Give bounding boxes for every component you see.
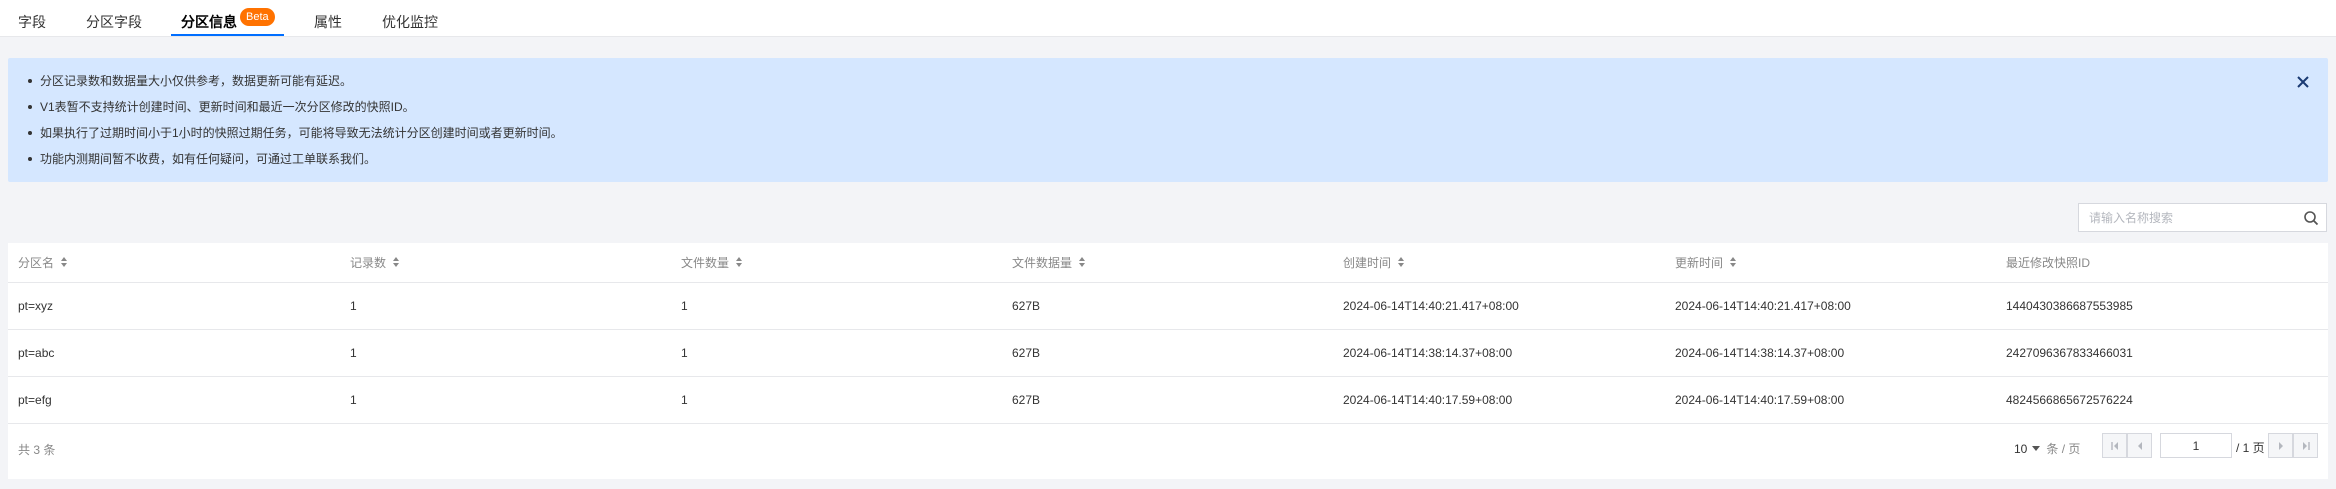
sort-icon[interactable] <box>392 256 400 268</box>
close-icon[interactable] <box>2291 70 2315 94</box>
cell-partition-name: pt=efg <box>18 393 52 407</box>
column-header-record-count[interactable]: 记录数 <box>350 243 400 283</box>
sort-icon[interactable] <box>1729 256 1737 268</box>
tab-partition-info[interactable]: 分区信息 <box>181 0 237 37</box>
cell-snapshot-id: 1440430386687553985 <box>2006 299 2133 313</box>
first-page-button[interactable] <box>2102 433 2127 458</box>
prev-page-button[interactable] <box>2127 433 2152 458</box>
cell-updated-time: 2024-06-14T14:40:21.417+08:00 <box>1675 299 1851 313</box>
cell-partition-name: pt=abc <box>18 346 55 360</box>
cell-snapshot-id: 2427096367833466031 <box>2006 346 2133 360</box>
next-page-button[interactable] <box>2268 433 2293 458</box>
cell-file-count: 1 <box>681 393 688 407</box>
cell-file-count: 1 <box>681 346 688 360</box>
info-notice: 分区记录数和数据量大小仅供参考，数据更新可能有延迟。 V1表暂不支持统计创建时间… <box>8 58 2328 182</box>
page-size-select[interactable]: 10 条 / 页 <box>2014 440 2080 457</box>
tab-properties[interactable]: 属性 <box>314 0 342 37</box>
cell-created-time: 2024-06-14T14:40:17.59+08:00 <box>1343 393 1513 407</box>
cell-file-size: 627B <box>1012 393 1041 407</box>
table-header: 分区名 记录数 文件数量 文件数据量 创建时间 更新时间 最近修改快照ID <box>8 243 2328 283</box>
total-count: 共 3 条 <box>18 443 56 457</box>
notice-item: 分区记录数和数据量大小仅供参考，数据更新可能有延迟。 <box>28 68 563 94</box>
partition-table: 分区名 记录数 文件数量 文件数据量 创建时间 更新时间 最近修改快照ID pt… <box>8 243 2328 479</box>
notice-item: V1表暂不支持统计创建时间、更新时间和最近一次分区修改的快照ID。 <box>28 94 563 120</box>
beta-badge: Beta <box>240 8 275 26</box>
search-input[interactable] <box>2079 204 2289 231</box>
last-page-icon <box>2303 442 2310 450</box>
table-row: pt=efg 1 1 627B 2024-06-14T14:40:17.59+0… <box>8 377 2328 424</box>
last-page-button[interactable] <box>2293 433 2318 458</box>
search-box <box>2078 203 2327 232</box>
table-row: pt=xyz 1 1 627B 2024-06-14T14:40:21.417+… <box>8 283 2328 330</box>
search-icon[interactable] <box>2303 210 2319 226</box>
column-header-snapshot-id: 最近修改快照ID <box>2006 256 2091 270</box>
cell-updated-time: 2024-06-14T14:38:14.37+08:00 <box>1675 346 1845 360</box>
chevron-right-icon <box>2279 442 2283 450</box>
total-pages: / 1 页 <box>2236 441 2265 455</box>
cell-file-size: 627B <box>1012 299 1041 313</box>
notice-item: 如果执行了过期时间小于1小时的快照过期任务，可能将导致无法统计分区创建时间或者更… <box>28 120 563 146</box>
cell-file-count: 1 <box>681 299 688 313</box>
column-header-partition-name[interactable]: 分区名 <box>18 243 68 283</box>
sort-icon[interactable] <box>1397 256 1405 268</box>
notice-list: 分区记录数和数据量大小仅供参考，数据更新可能有延迟。 V1表暂不支持统计创建时间… <box>28 68 563 172</box>
table-row: pt=abc 1 1 627B 2024-06-14T14:38:14.37+0… <box>8 330 2328 377</box>
column-header-file-size[interactable]: 文件数据量 <box>1012 243 1086 283</box>
cell-partition-name: pt=xyz <box>18 299 54 313</box>
column-header-file-count[interactable]: 文件数量 <box>681 243 743 283</box>
chevron-left-icon <box>2138 442 2142 450</box>
sort-icon[interactable] <box>60 256 68 268</box>
tab-partition-fields[interactable]: 分区字段 <box>86 0 142 37</box>
page-size-unit: 条 / 页 <box>2046 442 2081 456</box>
tab-fields[interactable]: 字段 <box>18 0 46 37</box>
cell-updated-time: 2024-06-14T14:40:17.59+08:00 <box>1675 393 1845 407</box>
cell-snapshot-id: 4824566865672576224 <box>2006 393 2133 407</box>
cell-record-count: 1 <box>350 393 357 407</box>
sort-icon[interactable] <box>735 256 743 268</box>
column-header-updated-time[interactable]: 更新时间 <box>1675 243 1737 283</box>
tab-optimization-monitor[interactable]: 优化监控 <box>382 0 438 37</box>
column-header-created-time[interactable]: 创建时间 <box>1343 243 1405 283</box>
notice-item: 功能内测期间暂不收费，如有任何疑问，可通过工单联系我们。 <box>28 146 563 172</box>
cell-created-time: 2024-06-14T14:38:14.37+08:00 <box>1343 346 1513 360</box>
cell-created-time: 2024-06-14T14:40:21.417+08:00 <box>1343 299 1519 313</box>
cell-record-count: 1 <box>350 299 357 313</box>
cell-record-count: 1 <box>350 346 357 360</box>
page-size-value: 10 <box>2014 442 2028 456</box>
first-page-icon <box>2111 442 2118 450</box>
tab-bar: 字段 分区字段 分区信息 Beta 属性 优化监控 <box>0 0 2336 37</box>
chevron-down-icon <box>2032 446 2041 451</box>
cell-file-size: 627B <box>1012 346 1041 360</box>
sort-icon[interactable] <box>1078 256 1086 268</box>
current-page-input[interactable] <box>2160 433 2232 458</box>
active-tab-indicator <box>171 34 284 36</box>
